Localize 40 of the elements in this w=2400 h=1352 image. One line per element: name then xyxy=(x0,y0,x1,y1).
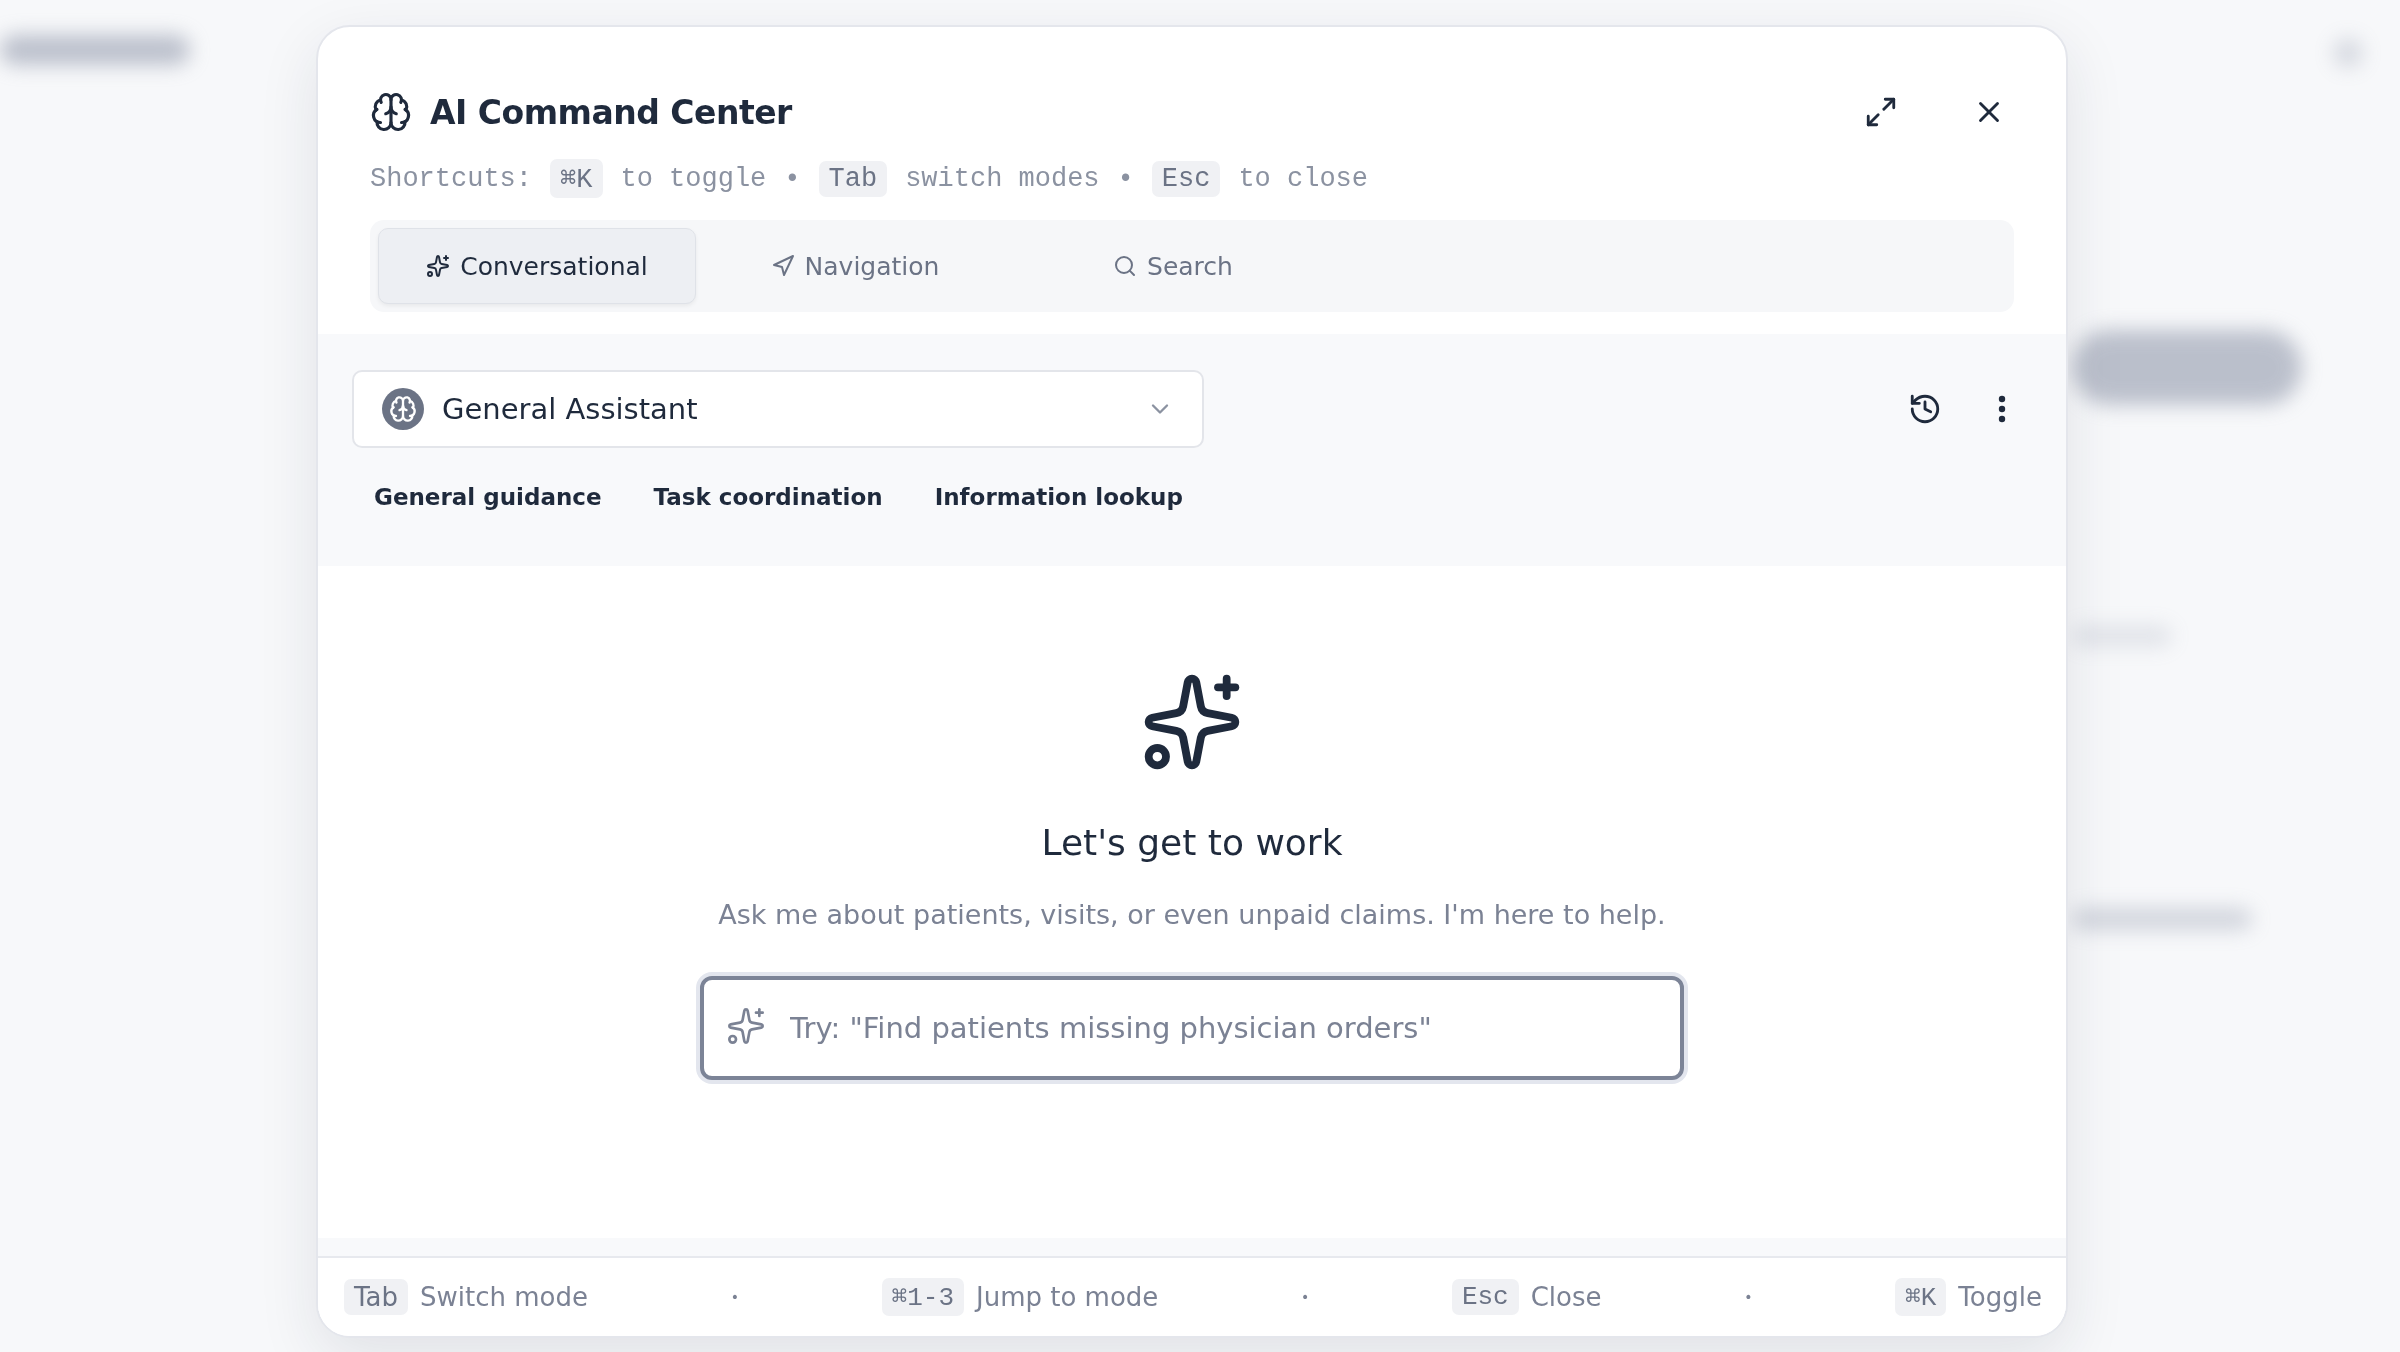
key-hint: Tab xyxy=(818,160,888,197)
key-hint: ⌘1-3 xyxy=(881,1278,964,1316)
empty-subtitle: Ask me about patients, visits, or even unpaid claims. I'm here to help. xyxy=(718,899,1666,930)
mode-tab[interactable]: Search xyxy=(1014,228,1332,304)
shortcut-text: to close xyxy=(1238,163,1368,194)
search-icon xyxy=(1113,254,1138,278)
key-hint: ⌘K xyxy=(1895,1278,1947,1316)
shortcut-text: switch modes xyxy=(905,163,1100,194)
shortcut-text: Shortcuts: xyxy=(370,163,533,194)
brain-icon xyxy=(370,91,412,133)
mode-tab[interactable]: Conversational xyxy=(378,228,696,304)
history-icon xyxy=(1908,392,1942,426)
hint-label: Jump to mode xyxy=(976,1282,1159,1312)
mode-tab[interactable]: Navigation xyxy=(696,228,1014,304)
dialog-title: AI Command Center xyxy=(430,92,794,132)
empty-heading: Let's get to work xyxy=(1041,822,1343,863)
separator-dot: • xyxy=(1301,1289,1310,1305)
prompt-field[interactable]: Try: "Find patients missing physician orders" xyxy=(700,976,1684,1080)
sparkle-icon xyxy=(726,1006,766,1046)
separator-dot: • xyxy=(730,1289,739,1305)
assistant-select[interactable]: General Assistant xyxy=(352,370,1204,448)
send-icon xyxy=(770,254,795,278)
sparkle-icon xyxy=(426,254,451,278)
capability-label: Information lookup xyxy=(934,484,1183,510)
separator-dot: • xyxy=(1117,163,1134,194)
more-icon xyxy=(1998,395,2006,423)
shortcut-text: to toggle xyxy=(620,163,767,194)
hint-label: Close xyxy=(1530,1282,1602,1312)
separator-dot: • xyxy=(1744,1289,1753,1305)
capability-label: Task coordination xyxy=(653,484,883,510)
key-hint: ⌘K xyxy=(550,159,603,198)
brain-icon xyxy=(382,388,424,430)
hint-label: Toggle xyxy=(1958,1282,2042,1312)
separator-dot: • xyxy=(784,163,801,194)
hint-label: Switch mode xyxy=(420,1282,588,1312)
expand-icon xyxy=(1864,95,1898,129)
key-hint: Esc xyxy=(1151,160,1221,197)
capability-label: General guidance xyxy=(374,484,602,510)
key-hint: Esc xyxy=(1451,1279,1519,1315)
key-hint: Tab xyxy=(344,1279,408,1315)
